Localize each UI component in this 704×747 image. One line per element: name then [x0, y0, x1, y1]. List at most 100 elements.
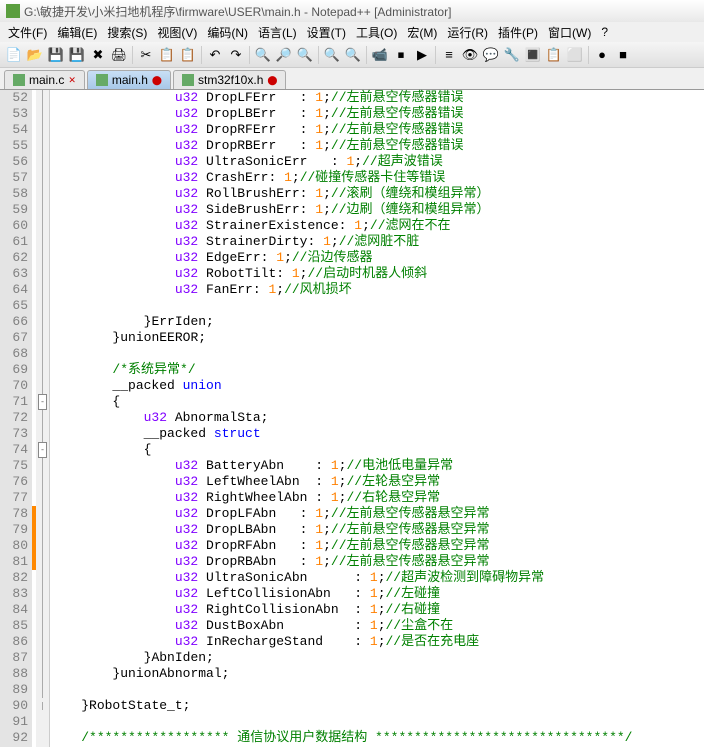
- tab-close-icon[interactable]: ⬤: [152, 75, 162, 86]
- code-line[interactable]: }unionAbnormal;: [50, 666, 704, 682]
- toolbar-button[interactable]: 💾: [46, 45, 66, 65]
- toolbar-button[interactable]: ✂: [136, 45, 156, 65]
- menu-item[interactable]: 运行(R): [443, 23, 492, 42]
- toolbar-button[interactable]: 💾: [67, 45, 87, 65]
- code-line[interactable]: u32 DropRFErr : 1;//左前悬空传感器错误: [50, 122, 704, 138]
- code-line[interactable]: u32 BatteryAbn : 1;//电池低电量异常: [50, 458, 704, 474]
- code-line[interactable]: __packed union: [50, 378, 704, 394]
- window-titlebar: G:\敏捷开发\小米扫地机程序\firmware\USER\main.h - N…: [0, 0, 704, 22]
- toolbar-button[interactable]: 👁: [460, 45, 480, 65]
- code-line[interactable]: u32 InRechargeStand : 1;//是否在充电座: [50, 634, 704, 650]
- code-line[interactable]: u32 FanErr: 1;//风机损坏: [50, 282, 704, 298]
- code-line[interactable]: u32 RightCollisionAbn : 1;//右碰撞: [50, 602, 704, 618]
- code-line[interactable]: u32 UltraSonicErr : 1;//超声波错误: [50, 154, 704, 170]
- code-line[interactable]: [50, 682, 704, 698]
- code-line[interactable]: }RobotState_t;: [50, 698, 704, 714]
- toolbar-button[interactable]: 📋: [544, 45, 564, 65]
- toolbar-button[interactable]: ■: [613, 45, 633, 65]
- code-line[interactable]: u32 DropRBAbn : 1;//左前悬空传感器悬空异常: [50, 554, 704, 570]
- code-line[interactable]: u32 RobotTilt: 1;//启动时机器人倾斜: [50, 266, 704, 282]
- toolbar-button[interactable]: 🔧: [502, 45, 522, 65]
- fold-column[interactable]: --: [36, 90, 50, 747]
- toolbar-button[interactable]: 🔍: [253, 45, 273, 65]
- file-tab[interactable]: main.h ⬤: [87, 70, 171, 89]
- menu-item[interactable]: ?: [597, 24, 612, 40]
- code-line[interactable]: u32 DropRFAbn : 1;//左前悬空传感器悬空异常: [50, 538, 704, 554]
- code-line[interactable]: u32 DropRBErr : 1;//左前悬空传感器错误: [50, 138, 704, 154]
- toolbar-button[interactable]: ▶: [412, 45, 432, 65]
- code-line[interactable]: /****************** 通信协议用户数据结构 *********…: [50, 730, 704, 746]
- tab-close-icon[interactable]: ✕: [68, 75, 76, 86]
- menu-item[interactable]: 插件(P): [494, 23, 542, 42]
- code-line[interactable]: u32 SideBrushErr: 1;//边刷（缠绕和模组异常）: [50, 202, 704, 218]
- tab-label: main.h: [112, 73, 148, 87]
- toolbar-button[interactable]: 🔎: [274, 45, 294, 65]
- toolbar-separator: [435, 46, 436, 64]
- code-line[interactable]: u32 AbnormalSta;: [50, 410, 704, 426]
- toolbar-button[interactable]: 📋: [178, 45, 198, 65]
- code-line[interactable]: u32 DropLFErr : 1;//左前悬空传感器错误: [50, 90, 704, 106]
- menu-item[interactable]: 宏(M): [403, 23, 441, 42]
- code-line[interactable]: __packed struct: [50, 426, 704, 442]
- code-line[interactable]: u32 CrashErr: 1;//碰撞传感器卡住等错误: [50, 170, 704, 186]
- menu-item[interactable]: 语言(L): [254, 23, 301, 42]
- menu-item[interactable]: 编辑(E): [53, 23, 101, 42]
- code-line[interactable]: u32 UltraSonicAbn : 1;//超声波检测到障碍物异常: [50, 570, 704, 586]
- code-line[interactable]: u32 RollBrushErr: 1;//滚刷（缠绕和模组异常）: [50, 186, 704, 202]
- code-area[interactable]: u32 DropLFErr : 1;//左前悬空传感器错误 u32 DropLB…: [50, 90, 704, 747]
- menu-item[interactable]: 搜索(S): [103, 23, 151, 42]
- tab-close-icon[interactable]: ⬤: [267, 75, 277, 86]
- code-line[interactable]: u32 DropLBErr : 1;//左前悬空传感器错误: [50, 106, 704, 122]
- code-line[interactable]: /*系统异常*/: [50, 362, 704, 378]
- code-line[interactable]: u32 DustBoxAbn : 1;//尘盒不在: [50, 618, 704, 634]
- code-line[interactable]: u32 StrainerExistence: 1;//滤网在不在: [50, 218, 704, 234]
- code-line[interactable]: }AbnIden;: [50, 650, 704, 666]
- code-line[interactable]: u32 LeftCollisionAbn : 1;//左碰撞: [50, 586, 704, 602]
- toolbar-separator: [366, 46, 367, 64]
- toolbar-button[interactable]: ●: [592, 45, 612, 65]
- code-editor[interactable]: 5253545556575859606162636465666768697071…: [0, 90, 704, 747]
- toolbar-button[interactable]: 🔍: [322, 45, 342, 65]
- code-line[interactable]: u32 StrainerDirty: 1;//滤网脏不脏: [50, 234, 704, 250]
- toolbar-button[interactable]: 📄: [4, 45, 24, 65]
- code-line[interactable]: u32 EdgeErr: 1;//沿边传感器: [50, 250, 704, 266]
- code-line[interactable]: [50, 714, 704, 730]
- toolbar-button[interactable]: 📹: [370, 45, 390, 65]
- toolbar-button[interactable]: 🔳: [523, 45, 543, 65]
- toolbar-button[interactable]: ↷: [226, 45, 246, 65]
- file-icon: [96, 74, 108, 86]
- code-line[interactable]: u32 RightWheelAbn : 1;//右轮悬空异常: [50, 490, 704, 506]
- code-line[interactable]: {: [50, 394, 704, 410]
- fold-toggle[interactable]: -: [38, 442, 47, 458]
- toolbar-button[interactable]: ⬜: [565, 45, 585, 65]
- code-line[interactable]: {: [50, 442, 704, 458]
- code-line[interactable]: u32 DropLBAbn : 1;//左前悬空传感器悬空异常: [50, 522, 704, 538]
- menu-item[interactable]: 工具(O): [352, 23, 401, 42]
- toolbar-button[interactable]: 📂: [25, 45, 45, 65]
- toolbar-button[interactable]: 🔍: [295, 45, 315, 65]
- menu-item[interactable]: 视图(V): [153, 23, 201, 42]
- file-tab[interactable]: main.c✕: [4, 70, 85, 89]
- toolbar-button[interactable]: 💬: [481, 45, 501, 65]
- code-line[interactable]: [50, 298, 704, 314]
- toolbar-button[interactable]: 🖨: [109, 45, 129, 65]
- code-line[interactable]: u32 DropLFAbn : 1;//左前悬空传感器悬空异常: [50, 506, 704, 522]
- code-line[interactable]: u32 LeftWheelAbn : 1;//左轮悬空异常: [50, 474, 704, 490]
- code-line[interactable]: [50, 346, 704, 362]
- fold-toggle[interactable]: -: [38, 394, 47, 410]
- toolbar-button[interactable]: 🔍: [343, 45, 363, 65]
- code-line[interactable]: }ErrIden;: [50, 314, 704, 330]
- toolbar-button[interactable]: ↶: [205, 45, 225, 65]
- toolbar-button[interactable]: 📋: [157, 45, 177, 65]
- file-tab[interactable]: stm32f10x.h ⬤: [173, 70, 286, 89]
- menu-item[interactable]: 文件(F): [4, 23, 51, 42]
- menu-item[interactable]: 设置(T): [303, 23, 350, 42]
- toolbar-button[interactable]: ≡: [439, 45, 459, 65]
- toolbar-button[interactable]: ⏹: [391, 45, 411, 65]
- window-title: G:\敏捷开发\小米扫地机程序\firmware\USER\main.h - N…: [24, 3, 451, 20]
- toolbar-button[interactable]: ✖: [88, 45, 108, 65]
- code-line[interactable]: }unionEEROR;: [50, 330, 704, 346]
- tab-label: stm32f10x.h: [198, 73, 263, 87]
- menu-item[interactable]: 编码(N): [203, 23, 252, 42]
- menu-item[interactable]: 窗口(W): [544, 23, 595, 42]
